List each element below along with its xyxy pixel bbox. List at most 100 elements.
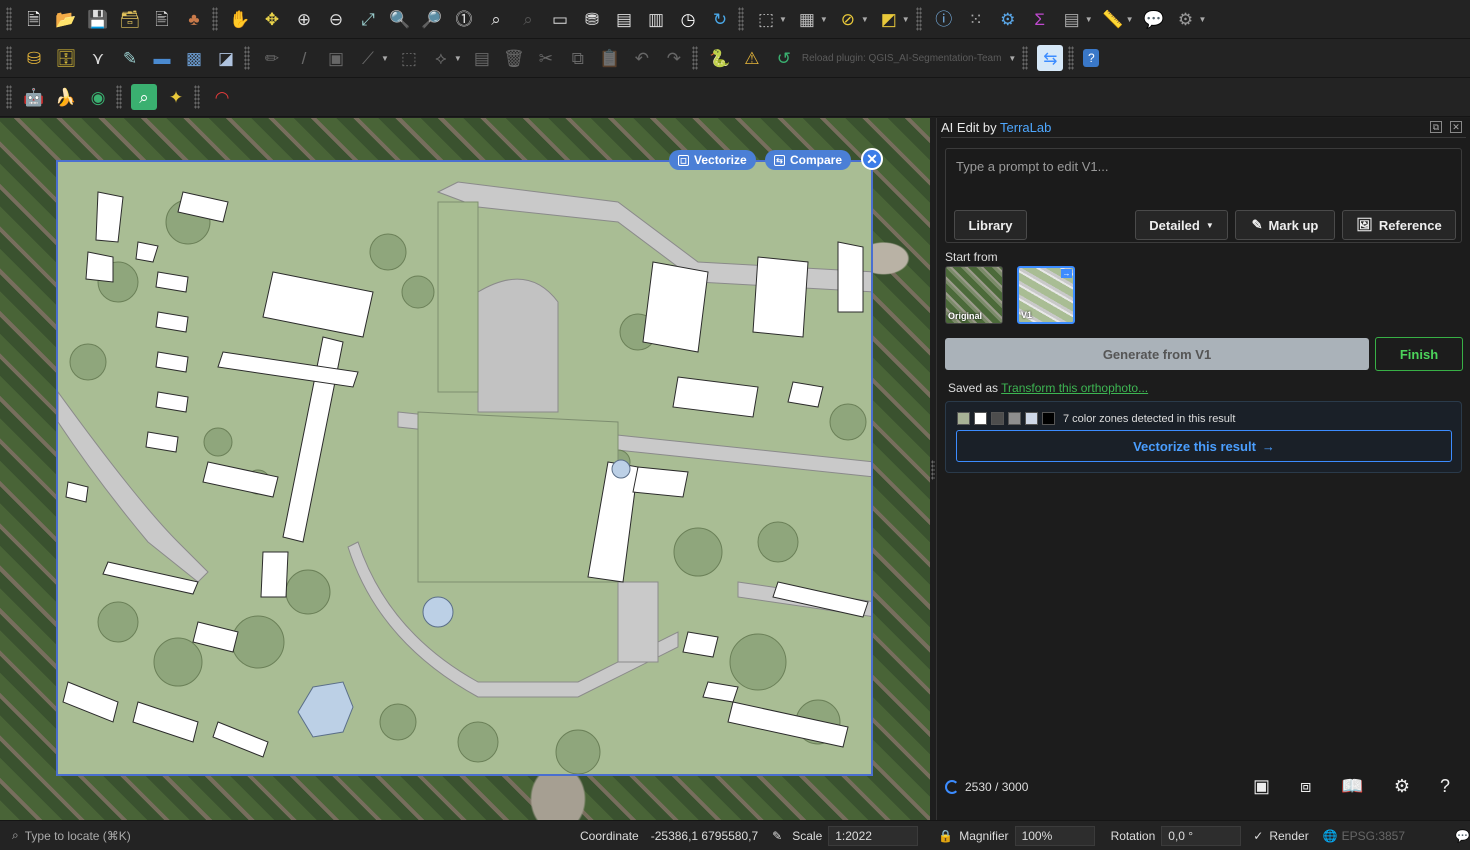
settings-gear-icon[interactable]: ⚙ bbox=[1394, 776, 1410, 797]
deselect-icon[interactable]: ⊘ bbox=[835, 6, 861, 32]
crs-value[interactable]: EPSG:3857 bbox=[1342, 829, 1405, 843]
chevron-down-icon[interactable]: ▼ bbox=[1085, 15, 1093, 24]
scale-combobox[interactable]: 1:2022 bbox=[828, 825, 919, 846]
chevron-down-icon[interactable]: ▼ bbox=[861, 15, 869, 24]
pan-to-selection-icon[interactable]: ✥ bbox=[259, 6, 285, 32]
data-source-manager-icon[interactable]: ⛁ bbox=[21, 45, 47, 71]
redo-icon[interactable]: ↷ bbox=[661, 45, 687, 71]
map-canvas[interactable]: ◻ Vectorize ⇆ Compare ✕ bbox=[0, 118, 930, 820]
chevron-down-icon[interactable]: ▼ bbox=[381, 54, 389, 63]
statistics-icon[interactable]: ⁙ bbox=[963, 6, 989, 32]
style-manager-icon[interactable]: ♣ bbox=[181, 6, 207, 32]
book-icon[interactable]: 📖 bbox=[1341, 776, 1363, 797]
attribute-table-icon[interactable]: ▦ bbox=[794, 6, 820, 32]
close-overlay-button[interactable]: ✕ bbox=[861, 148, 883, 170]
new-project-icon[interactable]: 🗎 bbox=[21, 6, 47, 32]
cut-icon[interactable]: ✂ bbox=[533, 45, 559, 71]
print-layout-icon[interactable]: 🖹 bbox=[149, 6, 175, 32]
copy-icon[interactable]: ⧉ bbox=[565, 45, 591, 71]
move-feature-icon[interactable]: ⬚ bbox=[396, 45, 422, 71]
chevron-down-icon[interactable]: ▼ bbox=[779, 15, 787, 24]
library-button[interactable]: Library bbox=[954, 210, 1027, 240]
chevron-down-icon[interactable]: ▼ bbox=[454, 54, 462, 63]
toolbar-grip[interactable] bbox=[6, 85, 12, 109]
zoom-native-icon[interactable]: ⓵ bbox=[451, 6, 477, 32]
compare-split-icon[interactable]: ⧈ bbox=[1300, 776, 1311, 797]
help-question-icon[interactable]: ? bbox=[1440, 776, 1450, 797]
raster-icon[interactable]: ▩ bbox=[181, 45, 207, 71]
chevron-down-icon[interactable]: ▼ bbox=[1126, 15, 1134, 24]
undo-icon[interactable]: ↶ bbox=[629, 45, 655, 71]
toolbar-grip[interactable] bbox=[691, 46, 698, 70]
show-bookmarks-icon[interactable]: ▤ bbox=[611, 6, 637, 32]
pencil-icon[interactable]: ✎ bbox=[117, 45, 143, 71]
segmentation-search-icon[interactable]: ⌕ bbox=[131, 84, 157, 110]
identify-icon[interactable]: ⓘ bbox=[931, 6, 957, 32]
toolbar-grip[interactable] bbox=[6, 46, 12, 70]
locator-bar[interactable]: ⌕ Type to locate (⌘K) bbox=[12, 828, 212, 843]
compare-chip-button[interactable]: ⇆ Compare bbox=[765, 150, 852, 170]
table-icon[interactable]: ▤ bbox=[1059, 6, 1085, 32]
sum-icon[interactable]: Σ bbox=[1027, 6, 1053, 32]
magnifier-spinbox[interactable]: 100% bbox=[1014, 825, 1095, 846]
detailed-dropdown[interactable]: Detailed ▼ bbox=[1135, 210, 1228, 240]
toolbar-grip[interactable] bbox=[244, 46, 250, 70]
new-bookmark-icon[interactable]: ▭ bbox=[547, 6, 573, 32]
reload-plugin-icon[interactable]: ↺ bbox=[771, 45, 797, 71]
panel-title-brand[interactable]: TerraLab bbox=[1000, 120, 1051, 135]
float-panel-icon[interactable]: ⧉ bbox=[1430, 121, 1442, 133]
edit-pencil-icon[interactable]: ✏ bbox=[259, 45, 285, 71]
frame-icon[interactable]: ▣ bbox=[1253, 776, 1270, 797]
zoom-out-icon[interactable]: ⊖ bbox=[323, 6, 349, 32]
reload-plugin-label[interactable]: Reload plugin: QGIS_AI-Segmentation-Team bbox=[802, 53, 1002, 64]
chevron-down-icon[interactable]: ▼ bbox=[1199, 15, 1207, 24]
toolbar-grip[interactable] bbox=[194, 85, 200, 109]
settings-gear-icon[interactable]: ⚙ bbox=[995, 6, 1021, 32]
vectorize-result-button[interactable]: Vectorize this result → bbox=[956, 430, 1452, 462]
sparkle-edit-icon[interactable]: ✦ bbox=[163, 84, 189, 110]
thumb-v1[interactable]: → V1 bbox=[1017, 266, 1075, 324]
map-book-icon[interactable]: ▥ bbox=[643, 6, 669, 32]
map-tips-icon[interactable]: 💬 bbox=[1141, 6, 1167, 32]
chevron-down-icon[interactable]: ▼ bbox=[902, 15, 910, 24]
add-line-icon[interactable]: ⟋ bbox=[355, 45, 381, 71]
zoom-full-icon[interactable]: ⤢ bbox=[355, 6, 381, 32]
banana-icon[interactable]: 🍌 bbox=[53, 84, 79, 110]
prompt-input[interactable] bbox=[946, 149, 1461, 204]
rectangle-icon[interactable]: ▬ bbox=[149, 45, 175, 71]
measure-icon[interactable]: 📏 bbox=[1100, 6, 1126, 32]
zoom-in-icon[interactable]: ⊕ bbox=[291, 6, 317, 32]
toolbar-grip[interactable] bbox=[915, 7, 922, 31]
temporal-clock-icon[interactable]: ◷ bbox=[675, 6, 701, 32]
toolbar-grip[interactable] bbox=[116, 85, 122, 109]
saved-project-link[interactable]: Transform this orthophoto... bbox=[1001, 381, 1148, 395]
pan-hand-icon[interactable]: ✋ bbox=[227, 6, 253, 32]
zoom-layer-icon[interactable]: 🔍 bbox=[387, 6, 413, 32]
rotation-spinbox[interactable]: 0,0 ° bbox=[1161, 825, 1242, 846]
refresh-icon[interactable]: ↻ bbox=[707, 6, 733, 32]
vertex-tool-icon[interactable]: ⟡ bbox=[428, 45, 454, 71]
save-as-icon[interactable]: 🗃 bbox=[117, 6, 143, 32]
zoom-selection-icon[interactable]: 🔎 bbox=[419, 6, 445, 32]
messages-icon[interactable]: 💬 bbox=[1455, 829, 1470, 843]
new-spatial-bookmark-icon[interactable]: ⛃ bbox=[579, 6, 605, 32]
generate-button[interactable]: Generate from V1 bbox=[945, 338, 1369, 370]
select-features-icon[interactable]: ⬚ bbox=[753, 6, 779, 32]
toolbar-grip[interactable] bbox=[738, 7, 744, 31]
vector-icon[interactable]: ◪ bbox=[213, 45, 239, 71]
toolbar-grip[interactable] bbox=[212, 7, 218, 31]
python-icon[interactable]: 🐍 bbox=[707, 45, 733, 71]
select-location-icon[interactable]: ◩ bbox=[876, 6, 902, 32]
paste-icon[interactable]: 📋 bbox=[597, 45, 623, 71]
help-icon[interactable]: ? bbox=[1083, 49, 1100, 67]
save-icon[interactable]: 💾 bbox=[85, 6, 111, 32]
lock-icon[interactable]: 🔒 bbox=[938, 829, 953, 843]
plugin-icon[interactable]: ⚠ bbox=[739, 45, 765, 71]
reference-button[interactable]: 🖼 Reference bbox=[1342, 210, 1456, 240]
new-layer-icon[interactable]: 🗄 bbox=[53, 45, 79, 71]
edit-line-icon[interactable]: / bbox=[291, 45, 317, 71]
map-swipe-icon[interactable]: ⇆ bbox=[1037, 45, 1064, 71]
zoom-last-icon[interactable]: ⌕ bbox=[483, 6, 509, 32]
extents-toggle-icon[interactable]: ✎ bbox=[772, 829, 782, 843]
chevron-down-icon[interactable]: ▼ bbox=[820, 15, 828, 24]
